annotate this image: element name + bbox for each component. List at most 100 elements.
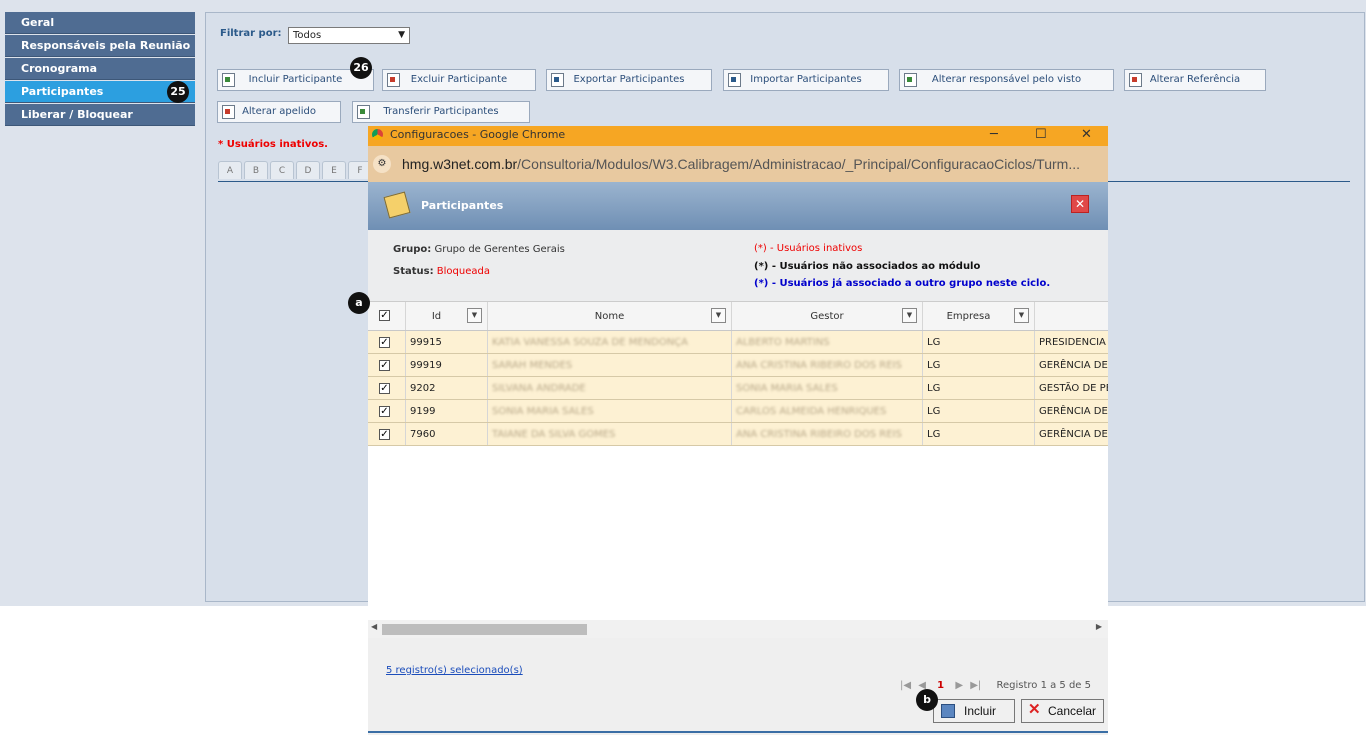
cell-gestor: CARLOS ALMEIDA HENRIQUES <box>736 406 887 417</box>
cell-id: 9202 <box>406 377 488 399</box>
letter-tab[interactable]: B <box>244 161 268 179</box>
button-label: Cancelar <box>1048 704 1097 718</box>
next-page-icon[interactable]: ▶ <box>955 680 963 691</box>
sidebar-item-cronograma[interactable]: Cronograma <box>5 58 195 80</box>
button-label: Transferir Participantes <box>383 106 499 117</box>
maximize-icon[interactable]: ☐ <box>1035 126 1047 143</box>
address-bar[interactable]: ⚙ hmg.w3net.com.br/Consultoria/Modulos/W… <box>368 146 1108 182</box>
sidebar-item-label: Cronograma <box>21 62 98 75</box>
row-checkbox[interactable]: ✓ <box>379 337 390 348</box>
legend-not-associated: (*) - Usuários não associados ao módulo <box>754 261 981 272</box>
grupo-label: Grupo: <box>393 244 432 255</box>
minimize-icon[interactable]: ─ <box>990 126 998 143</box>
button-label: Alterar Referência <box>1149 74 1241 85</box>
table-row[interactable]: ✓ 99919 SARAH MENDES ANA CRISTINA RIBEIR… <box>368 354 1108 377</box>
export-icon <box>551 73 564 87</box>
scroll-left-icon[interactable]: ◀ <box>371 622 377 631</box>
sidebar-item-geral[interactable]: Geral <box>5 12 195 34</box>
column-header-area <box>1035 302 1108 330</box>
button-label: Exportar Participantes <box>573 74 685 85</box>
remove-user-icon <box>387 73 400 87</box>
alterar-referencia-button[interactable]: Alterar Referência <box>1124 69 1266 91</box>
save-icon <box>941 704 955 718</box>
record-count: Registro 1 a 5 de 5 <box>996 680 1091 691</box>
cell-empresa: LG <box>923 377 1035 399</box>
importar-participantes-button[interactable]: Importar Participantes <box>723 69 889 91</box>
letter-tab[interactable]: E <box>322 161 346 179</box>
table-row[interactable]: ✓ 9202 SILVANA ANDRADE SONIA MARIA SALES… <box>368 377 1108 400</box>
last-page-icon[interactable]: ▶| <box>970 680 981 691</box>
cancelar-button[interactable]: ✕ Cancelar <box>1021 699 1104 723</box>
select-all-checkbox[interactable]: ✓ <box>379 310 390 321</box>
filter-icon[interactable]: ▼ <box>711 308 726 323</box>
row-checkbox[interactable]: ✓ <box>379 360 390 371</box>
incluir-button[interactable]: Incluir <box>933 699 1015 723</box>
cell-area: GESTÃO DE PE <box>1039 383 1108 394</box>
cell-gestor: ALBERTO MARTINS <box>736 337 830 348</box>
table-row[interactable]: ✓ 9199 SONIA MARIA SALES CARLOS ALMEIDA … <box>368 400 1108 423</box>
row-checkbox[interactable]: ✓ <box>379 406 390 417</box>
transferir-participantes-button[interactable]: Transferir Participantes <box>352 101 530 123</box>
letter-tab[interactable]: A <box>218 161 242 179</box>
scroll-right-icon[interactable]: ▶ <box>1096 622 1102 631</box>
status-value: Bloqueada <box>436 266 490 277</box>
row-checkbox[interactable]: ✓ <box>379 429 390 440</box>
letter-tab[interactable]: C <box>270 161 294 179</box>
filter-icon[interactable]: ▼ <box>1014 308 1029 323</box>
step-badge-a: a <box>348 292 370 314</box>
step-badge-25: 25 <box>167 81 189 103</box>
first-page-icon[interactable]: |◀ <box>900 680 911 691</box>
cell-empresa: LG <box>923 331 1035 353</box>
row-checkbox[interactable]: ✓ <box>379 383 390 394</box>
button-label: Importar Participantes <box>750 74 862 85</box>
filter-icon[interactable]: ▼ <box>902 308 917 323</box>
users-gear-icon <box>904 73 917 87</box>
cell-id: 9199 <box>406 400 488 422</box>
grupo-line: Grupo: Grupo de Gerentes Gerais <box>393 244 565 255</box>
alterar-responsavel-button[interactable]: Alterar responsável pelo visto <box>899 69 1114 91</box>
horizontal-scrollbar[interactable]: ◀ ▶ <box>368 620 1108 638</box>
cell-nome: KATIA VANESSA SOUZA DE MENDONÇA <box>492 337 688 348</box>
cell-gestor: ANA CRISTINA RIBEIRO DOS REIS <box>736 429 902 440</box>
url-path: /Consultoria/Modulos/W3.Calibragem/Admin… <box>517 156 1080 172</box>
sidebar-item-responsaveis[interactable]: Responsáveis pela Reunião <box>5 35 195 57</box>
select-all-cell: ✓ <box>368 302 406 330</box>
column-header-gestor: Gestor ▼ <box>732 302 923 330</box>
sidebar-item-participantes[interactable]: Participantes 25 <box>5 81 195 103</box>
button-label: Incluir Participante <box>248 74 343 85</box>
scrollbar-thumb[interactable] <box>382 624 587 635</box>
cell-area: GERÊNCIA DE <box>1039 429 1108 440</box>
column-header-nome: Nome ▼ <box>488 302 732 330</box>
pencil-icon <box>383 191 411 219</box>
window-title: Configuracoes - Google Chrome <box>390 128 566 141</box>
alterar-apelido-button[interactable]: Alterar apelido <box>217 101 341 123</box>
table-row[interactable]: ✓ 7960 TAIANE DA SILVA GOMES ANA CRISTIN… <box>368 423 1108 446</box>
table-row[interactable]: ✓ 99915 KATIA VANESSA SOUZA DE MENDONÇA … <box>368 331 1108 354</box>
button-label: Alterar responsável pelo visto <box>931 74 1082 85</box>
group-info: Grupo: Grupo de Gerentes Gerais Status: … <box>368 230 1108 302</box>
button-label: Incluir <box>964 704 997 718</box>
sidebar-item-label: Geral <box>21 16 55 29</box>
cell-nome: SILVANA ANDRADE <box>492 383 586 394</box>
cell-id: 99919 <box>406 354 488 376</box>
chevron-down-icon: ▼ <box>398 30 405 40</box>
import-icon <box>728 73 741 87</box>
status-label: Status: <box>393 266 434 277</box>
current-page[interactable]: 1 <box>937 680 944 691</box>
cell-id: 7960 <box>406 423 488 445</box>
grid-header: ✓ Id ▼ Nome ▼ Gestor ▼ Empresa ▼ <box>368 302 1108 331</box>
exportar-participantes-button[interactable]: Exportar Participantes <box>546 69 712 91</box>
selected-records-link[interactable]: 5 registro(s) selecionado(s) <box>386 665 523 676</box>
filter-icon[interactable]: ▼ <box>467 308 482 323</box>
filter-select[interactable]: Todos ▼ <box>288 27 410 44</box>
excluir-participante-button[interactable]: Excluir Participante <box>382 69 536 91</box>
close-icon[interactable]: ✕ <box>1081 126 1092 143</box>
site-settings-icon[interactable]: ⚙ <box>373 155 391 173</box>
letter-tab[interactable]: D <box>296 161 320 179</box>
dialog-header: Participantes ✕ <box>368 182 1108 230</box>
close-icon[interactable]: ✕ <box>1071 195 1089 213</box>
filter-label: Filtrar por: <box>220 28 282 39</box>
sidebar-item-liberar-bloquear[interactable]: Liberar / Bloquear <box>5 104 195 126</box>
column-label: Nome <box>594 311 625 322</box>
status-line: Status: Bloqueada <box>393 266 490 277</box>
